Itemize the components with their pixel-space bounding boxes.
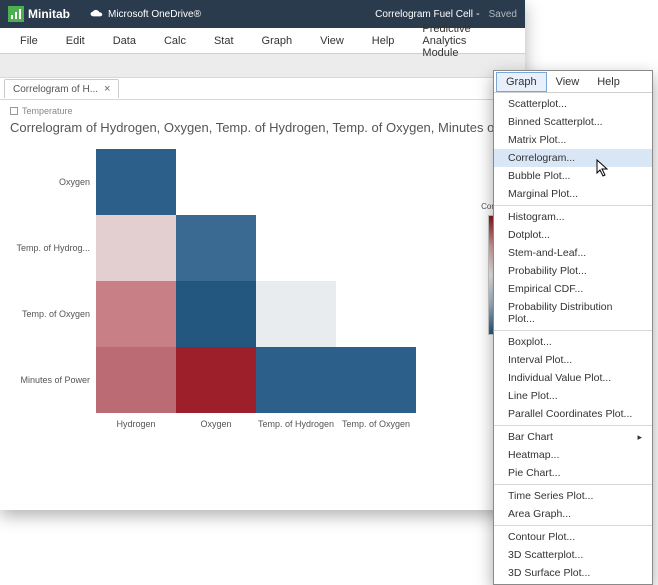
chart-area: Oxygen Temp. of Hydrog... Temp. of Oxyge… xyxy=(10,149,515,413)
menu-calc[interactable]: Calc xyxy=(150,31,200,51)
app-name: Minitab xyxy=(28,7,70,21)
menu-help[interactable]: Help xyxy=(358,31,409,51)
y-label: Temp. of Oxygen xyxy=(10,281,96,347)
heatmap-cell xyxy=(256,215,336,281)
menu-item[interactable]: Scatterplot... xyxy=(494,95,652,113)
x-label: Temp. of Oxygen xyxy=(336,413,416,429)
popup-menu-view[interactable]: View xyxy=(547,73,589,91)
heatmap-cell xyxy=(176,281,256,347)
heatmap-cell xyxy=(96,281,176,347)
menu-data[interactable]: Data xyxy=(99,31,150,51)
heatmap-cell xyxy=(336,347,416,413)
menu-item[interactable]: Boxplot... xyxy=(494,330,652,351)
heatmap-cell xyxy=(96,149,176,215)
storage-label: Microsoft OneDrive® xyxy=(108,9,201,20)
chevron-right-icon: ▸ xyxy=(637,432,642,443)
menu-item[interactable]: Probability Distribution Plot... xyxy=(494,298,652,328)
x-axis-labels: Hydrogen Oxygen Temp. of Hydrogen Temp. … xyxy=(96,413,515,429)
y-label: Minutes of Power xyxy=(10,347,96,413)
onedrive-icon xyxy=(90,7,104,21)
menu-item[interactable]: Line Plot... xyxy=(494,387,652,405)
menubar: File Edit Data Calc Stat Graph View Help… xyxy=(0,28,525,54)
menu-item[interactable]: 3D Scatterplot... xyxy=(494,546,652,564)
menu-graph[interactable]: Graph xyxy=(248,31,307,51)
y-label: Temp. of Hydrog... xyxy=(10,215,96,281)
menu-item[interactable]: Contour Plot... xyxy=(494,525,652,546)
tabbar: Correlogram of H... × xyxy=(0,78,525,100)
chart-title: Correlogram of Hydrogen, Oxygen, Temp. o… xyxy=(10,120,515,135)
heatmap-cell xyxy=(96,215,176,281)
menu-item[interactable]: Bar Chart▸ xyxy=(494,425,652,446)
menu-item[interactable]: Marginal Plot... xyxy=(494,185,652,203)
menu-item[interactable]: Heatmap... xyxy=(494,446,652,464)
popup-list: Scatterplot...Binned Scatterplot...Matri… xyxy=(494,93,652,584)
menu-item[interactable]: Pie Chart... xyxy=(494,464,652,482)
graph-menu-popup: Graph View Help Scatterplot...Binned Sca… xyxy=(493,70,653,585)
heatmap-cell xyxy=(336,215,416,281)
heatmap-cell xyxy=(96,347,176,413)
tab-label: Correlogram of H... xyxy=(13,84,98,95)
heatmap-cell xyxy=(256,281,336,347)
menu-item[interactable]: Interval Plot... xyxy=(494,351,652,369)
y-label: Oxygen xyxy=(10,149,96,215)
heatmap-cell xyxy=(176,347,256,413)
x-label: Temp. of Hydrogen xyxy=(256,413,336,429)
tab-close-icon[interactable]: × xyxy=(104,83,110,95)
popup-menu-graph[interactable]: Graph xyxy=(496,72,547,92)
popup-menubar: Graph View Help xyxy=(494,71,652,93)
menu-item[interactable]: Binned Scatterplot... xyxy=(494,113,652,131)
menu-item[interactable]: Time Series Plot... xyxy=(494,484,652,505)
menu-item[interactable]: Dotplot... xyxy=(494,226,652,244)
x-label: Oxygen xyxy=(176,413,256,429)
heatmap-grid xyxy=(96,149,416,413)
heatmap-cell xyxy=(256,149,336,215)
menu-item[interactable]: Bubble Plot... xyxy=(494,167,652,185)
menu-item[interactable]: Stem-and-Leaf... xyxy=(494,244,652,262)
menu-stat[interactable]: Stat xyxy=(200,31,248,51)
menu-item[interactable]: Area Graph... xyxy=(494,505,652,523)
menu-file[interactable]: File xyxy=(6,31,52,51)
heatmap-cell xyxy=(256,347,336,413)
popup-menu-help[interactable]: Help xyxy=(588,73,629,91)
above-label: Temperature xyxy=(22,106,73,116)
heatmap-cell xyxy=(336,149,416,215)
breadcrumb: Temperature xyxy=(10,106,515,116)
menu-item[interactable]: Correlogram... xyxy=(494,149,652,167)
menu-item[interactable]: Probability Plot... xyxy=(494,262,652,280)
menu-item[interactable]: 3D Surface Plot... xyxy=(494,564,652,582)
menu-predictive[interactable]: Predictive Analytics Module xyxy=(408,19,519,63)
heatmap-cell xyxy=(176,215,256,281)
menu-item[interactable]: Histogram... xyxy=(494,205,652,226)
menu-item[interactable]: Empirical CDF... xyxy=(494,280,652,298)
menu-item[interactable]: Parallel Coordinates Plot... xyxy=(494,405,652,423)
heatmap-cell xyxy=(176,149,256,215)
app-logo-icon xyxy=(8,6,24,22)
main-window: Minitab Microsoft OneDrive® Correlogram … xyxy=(0,0,525,510)
y-axis-labels: Oxygen Temp. of Hydrog... Temp. of Oxyge… xyxy=(10,149,96,413)
content: Temperature Correlogram of Hydrogen, Oxy… xyxy=(0,100,525,435)
square-icon xyxy=(10,107,18,115)
x-label: Hydrogen xyxy=(96,413,176,429)
menu-item[interactable]: Individual Value Plot... xyxy=(494,369,652,387)
heatmap-cell xyxy=(336,281,416,347)
tab-correlogram[interactable]: Correlogram of H... × xyxy=(4,79,119,98)
menu-view[interactable]: View xyxy=(306,31,358,51)
menu-edit[interactable]: Edit xyxy=(52,31,99,51)
menu-item[interactable]: Matrix Plot... xyxy=(494,131,652,149)
